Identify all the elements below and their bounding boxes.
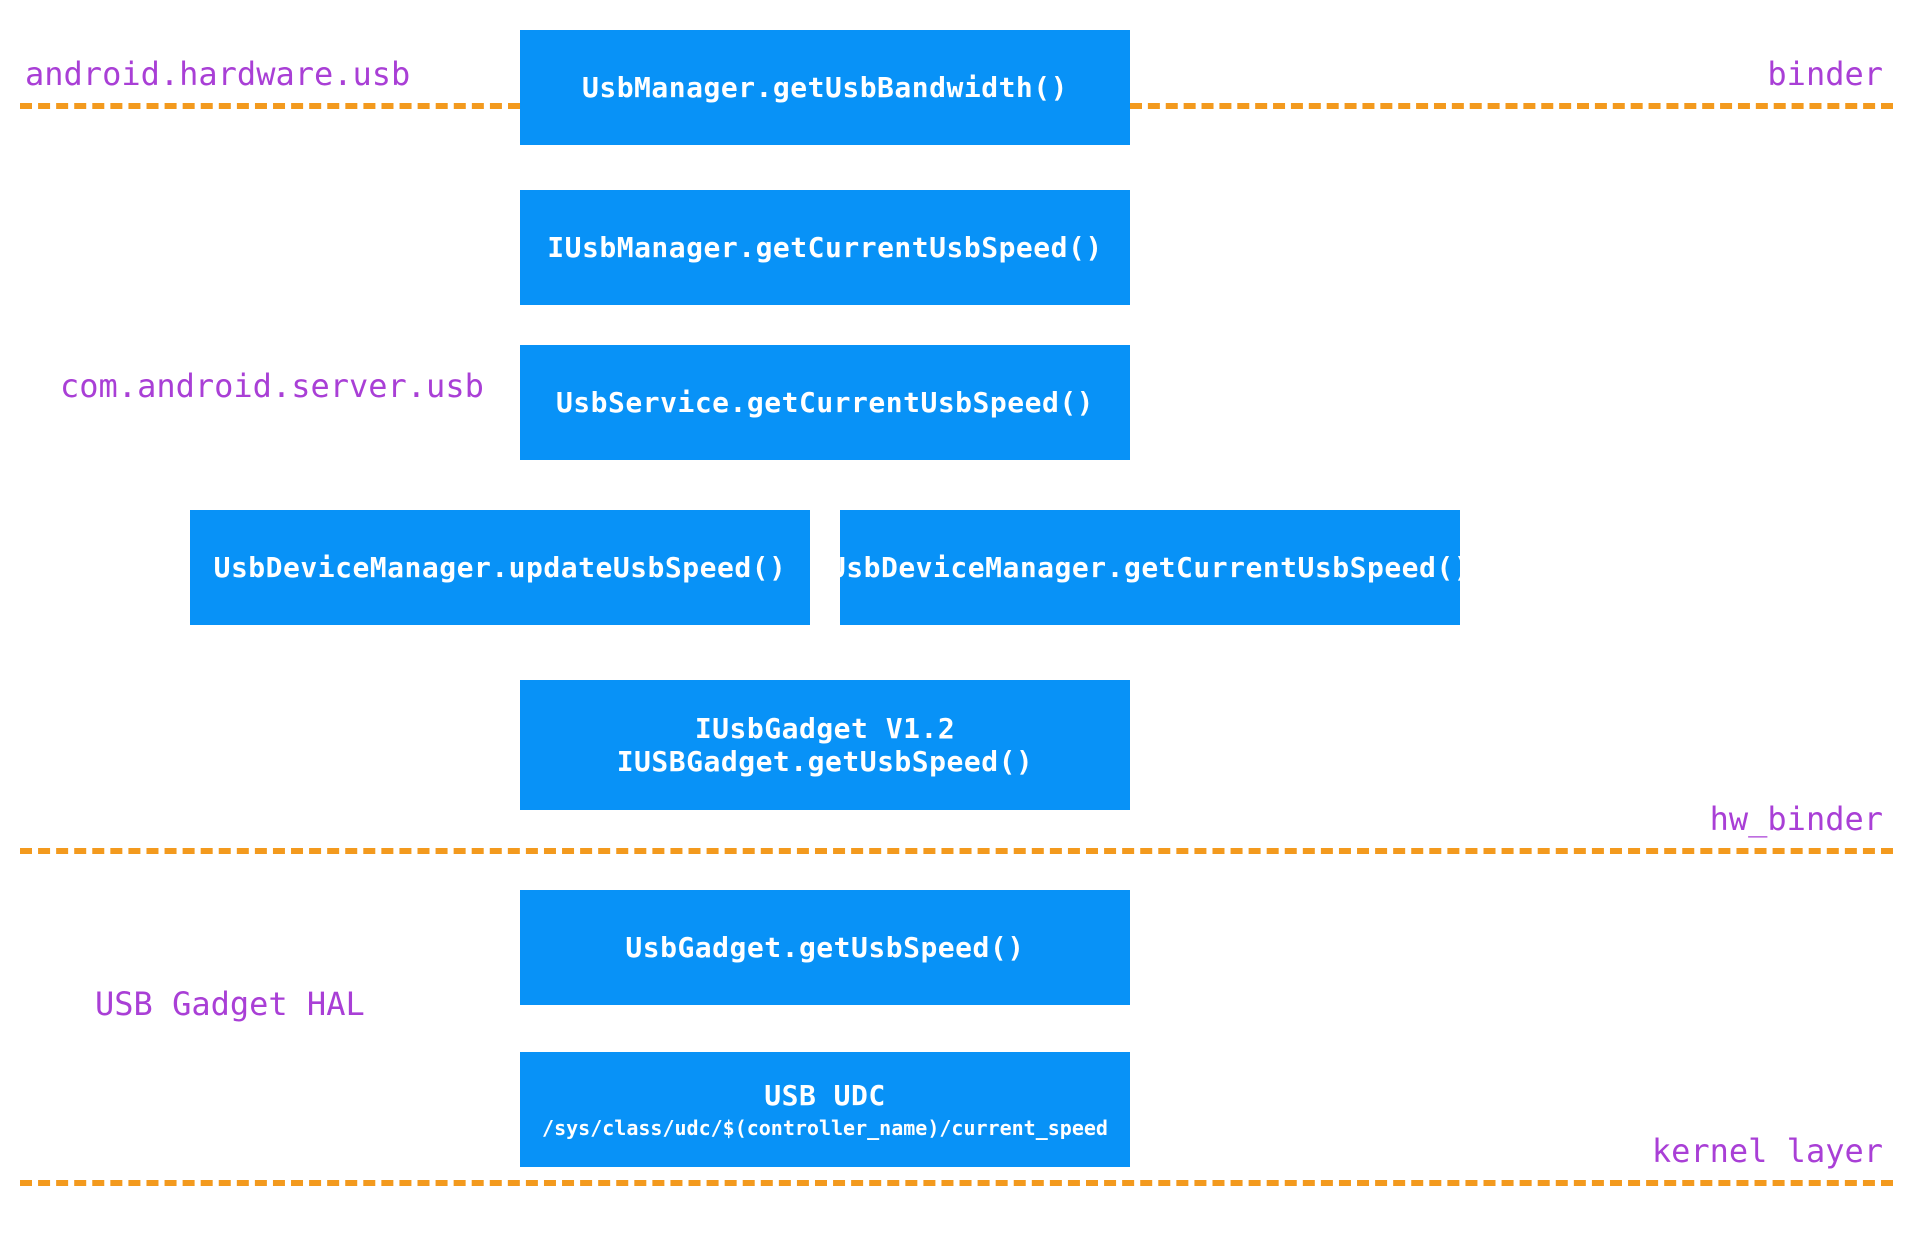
box-usbgadget: UsbGadget.getUsbSpeed()	[520, 890, 1130, 1005]
label-hw-binder: hw_binder	[1710, 800, 1883, 838]
box-usbdevicemanager-update: UsbDeviceManager.updateUsbSpeed()	[190, 510, 810, 625]
binder-line-left	[20, 103, 520, 109]
box-iusbgadget-title: IUsbGadget V1.2	[695, 712, 955, 745]
hw-binder-line	[20, 848, 1893, 854]
box-usbservice: UsbService.getCurrentUsbSpeed()	[520, 345, 1130, 460]
label-kernel-layer: kernel layer	[1652, 1132, 1883, 1170]
box-usbmanager: UsbManager.getUsbBandwidth()	[520, 30, 1130, 145]
label-android-hardware-usb: android.hardware.usb	[25, 55, 410, 93]
label-binder: binder	[1767, 55, 1883, 93]
box-usbmanager-text: UsbManager.getUsbBandwidth()	[582, 71, 1068, 104]
box-usbdevicemanager-getcurrent-text: UsbDeviceManager.getCurrentUsbSpeed()	[829, 551, 1471, 584]
kernel-layer-line	[20, 1180, 1893, 1186]
box-iusbmanager: IUsbManager.getCurrentUsbSpeed()	[520, 190, 1130, 305]
box-usb-udc-sub: /sys/class/udc/$(controller_name)/curren…	[542, 1116, 1108, 1140]
box-usbdevicemanager-getcurrent: UsbDeviceManager.getCurrentUsbSpeed()	[840, 510, 1460, 625]
label-com-android-server-usb: com.android.server.usb	[60, 367, 484, 405]
architecture-diagram: android.hardware.usb binder com.android.…	[0, 0, 1913, 1243]
box-usb-udc-title: USB UDC	[764, 1079, 886, 1112]
box-iusbmanager-text: IUsbManager.getCurrentUsbSpeed()	[547, 231, 1102, 264]
box-iusbgadget-sub: IUSBGadget.getUsbSpeed()	[617, 745, 1034, 778]
box-usbdevicemanager-update-text: UsbDeviceManager.updateUsbSpeed()	[214, 551, 787, 584]
binder-line-right	[1130, 103, 1893, 109]
box-iusbgadget: IUsbGadget V1.2 IUSBGadget.getUsbSpeed()	[520, 680, 1130, 810]
box-usb-udc: USB UDC /sys/class/udc/$(controller_name…	[520, 1052, 1130, 1167]
box-usbservice-text: UsbService.getCurrentUsbSpeed()	[556, 386, 1094, 419]
box-usbgadget-text: UsbGadget.getUsbSpeed()	[625, 931, 1024, 964]
label-usb-gadget-hal: USB Gadget HAL	[95, 985, 365, 1023]
